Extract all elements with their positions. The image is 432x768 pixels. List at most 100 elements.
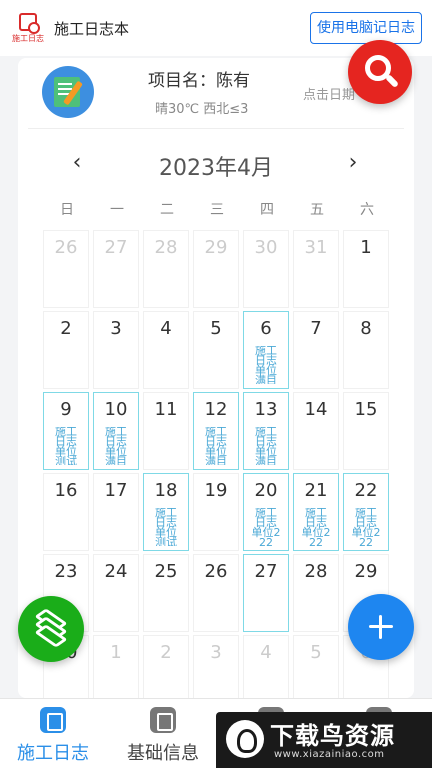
calendar-day-cell[interactable]: 3: [93, 311, 139, 389]
search-button[interactable]: [348, 40, 412, 104]
day-number: 25: [154, 561, 178, 582]
calendar-day-cell[interactable]: 8: [343, 311, 389, 389]
day-number: 5: [210, 318, 222, 339]
tab-label: 基础信息: [127, 743, 199, 764]
calendar-day-cell[interactable]: 26: [193, 554, 239, 632]
calendar-day-cell[interactable]: 4: [143, 311, 189, 389]
notebook-icon: [42, 66, 94, 118]
watermark-url: www.xiazainiao.com: [274, 749, 385, 760]
weekday-label: 一: [110, 202, 124, 218]
weekday-label: 四: [260, 202, 274, 218]
day-number: 19: [204, 480, 228, 501]
calendar-day-cell[interactable]: 29: [193, 230, 239, 308]
log-note: 施工日志单位满目: [105, 427, 127, 465]
calendar-day-cell[interactable]: 13 施工日志单位满目: [243, 392, 289, 470]
day-number: 16: [54, 480, 78, 501]
day-number: 18: [154, 480, 178, 501]
weather-info: 晴30℃ 西北≤3: [155, 102, 249, 117]
calendar-day-cell[interactable]: 30: [243, 230, 289, 308]
weekday-label: 三: [210, 202, 224, 218]
day-number: 31: [304, 237, 328, 258]
day-number: 3: [110, 318, 122, 339]
watermark-logo: [226, 720, 264, 758]
calendar-day-cell[interactable]: 24: [93, 554, 139, 632]
weekday-label: 六: [360, 202, 374, 218]
project-name[interactable]: 项目名：陈有: [148, 66, 250, 91]
watermark-title: 下载鸟资源: [270, 722, 395, 750]
day-number: 2: [60, 318, 72, 339]
calendar-day-cell[interactable]: 28: [143, 230, 189, 308]
day-number: 29: [354, 561, 378, 582]
divider: [28, 128, 404, 129]
calendar-day-cell[interactable]: 11: [143, 392, 189, 470]
day-number: 6: [260, 318, 272, 339]
app-logo-icon: [19, 12, 40, 34]
app-logo: 施工日志: [10, 8, 46, 48]
calendar-day-cell[interactable]: 6 施工日志单位满目: [243, 311, 289, 389]
day-number: 10: [104, 399, 128, 420]
day-number: 29: [204, 237, 228, 258]
weekday-label: 二: [160, 202, 174, 218]
calendar-day-cell[interactable]: 27: [93, 230, 139, 308]
tab-construction-log[interactable]: 施工日志: [8, 707, 98, 765]
calendar-day-cell[interactable]: 19: [193, 473, 239, 551]
calendar-day-cell[interactable]: 14: [293, 392, 339, 470]
calendar-day-cell[interactable]: 15: [343, 392, 389, 470]
calendar-day-cell[interactable]: 21 施工日志单位222: [293, 473, 339, 551]
calendar-day-cell[interactable]: 27: [243, 554, 289, 632]
calendar-day-cell[interactable]: 17: [93, 473, 139, 551]
day-number: 24: [104, 561, 128, 582]
use-computer-log-button[interactable]: 使用电脑记日志: [310, 12, 422, 44]
day-number: 20: [254, 480, 278, 501]
day-number: 28: [154, 237, 178, 258]
calendar-day-cell[interactable]: 31: [293, 230, 339, 308]
day-number: 17: [104, 480, 128, 501]
log-note: 施工日志单位满目: [205, 427, 227, 465]
log-note: 施工日志单位222: [251, 508, 281, 546]
calendar-day-cell[interactable]: 2: [43, 311, 89, 389]
log-note: 施工日志单位222: [301, 508, 331, 546]
weekday-header: 日 一 二 三 四 五 六: [42, 199, 392, 219]
log-note: 施工日志单位满目: [255, 346, 277, 384]
calendar-day-cell[interactable]: 10 施工日志单位满目: [93, 392, 139, 470]
add-log-button[interactable]: [348, 594, 414, 660]
calendar-day-cell[interactable]: 25: [143, 554, 189, 632]
weekday-label: 日: [60, 202, 74, 218]
calendar-day-cell[interactable]: 26: [43, 230, 89, 308]
day-number: 30: [254, 237, 278, 258]
day-number: 23: [54, 561, 78, 582]
calendar-day-cell[interactable]: 20 施工日志单位222: [243, 473, 289, 551]
calendar-card: 项目名：陈有 晴30℃ 西北≤3 点击日期 2023年4月 ‹ › 日 一 二 …: [18, 58, 414, 713]
day-number: 8: [360, 318, 372, 339]
calendar-day-cell[interactable]: 22 施工日志单位222: [343, 473, 389, 551]
calendar-day-cell[interactable]: 16: [43, 473, 89, 551]
next-month-button[interactable]: ›: [338, 150, 368, 175]
day-number: 28: [304, 561, 328, 582]
day-number: 14: [304, 399, 328, 420]
layers-button[interactable]: [18, 596, 84, 662]
day-number: 2: [160, 642, 172, 663]
calendar-day-cell[interactable]: 5: [193, 311, 239, 389]
day-number: 26: [204, 561, 228, 582]
day-number: 27: [104, 237, 128, 258]
day-number: 1: [110, 642, 122, 663]
app-title: 施工日志本: [54, 19, 130, 38]
calendar-day-cell[interactable]: 7: [293, 311, 339, 389]
day-number: 12: [204, 399, 228, 420]
weekday-label: 五: [310, 202, 324, 218]
day-number: 27: [254, 561, 278, 582]
log-tab-icon: [40, 707, 66, 733]
tab-label: 施工日志: [17, 743, 89, 764]
calendar-day-cell[interactable]: 1: [343, 230, 389, 308]
day-number: 7: [310, 318, 322, 339]
calendar-day-cell[interactable]: 12 施工日志单位满目: [193, 392, 239, 470]
calendar-day-cell[interactable]: 18 施工日志单位测试: [143, 473, 189, 551]
day-number: 9: [60, 399, 72, 420]
tab-basic-info[interactable]: 基础信息: [118, 707, 208, 765]
log-note: 施工日志单位满目: [255, 427, 277, 465]
prev-month-button[interactable]: ‹: [62, 150, 92, 175]
day-number: 26: [54, 237, 78, 258]
calendar-day-cell[interactable]: 9 施工日志单位测试: [43, 392, 89, 470]
log-note: 施工日志单位测试: [55, 427, 77, 465]
calendar-day-cell[interactable]: 28: [293, 554, 339, 632]
